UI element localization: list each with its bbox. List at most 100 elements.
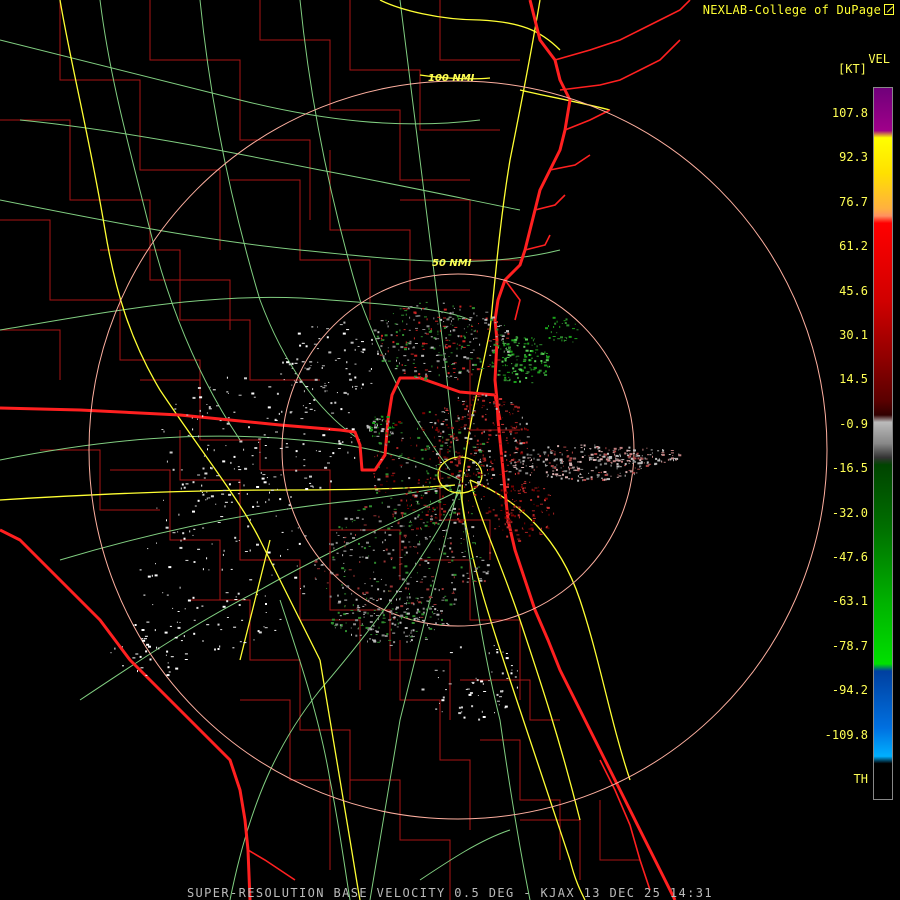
echo-pixel xyxy=(334,401,337,404)
echo-pixel xyxy=(359,556,361,558)
echo-pixel xyxy=(624,465,626,467)
echo-pixel xyxy=(419,581,423,583)
echo-pixel xyxy=(417,501,419,504)
echo-pixel xyxy=(490,429,492,431)
echo-pixel xyxy=(361,341,364,343)
echo-pixel xyxy=(474,329,476,332)
echo-pixel xyxy=(584,448,585,451)
echo-pixel xyxy=(555,473,559,476)
echo-pixel xyxy=(311,326,314,328)
echo-pixel xyxy=(342,586,344,589)
echo-pixel xyxy=(525,338,528,341)
echo-pixel xyxy=(137,670,138,673)
echo-pixel xyxy=(556,332,558,334)
echo-pixel xyxy=(506,521,510,523)
echo-pixel xyxy=(476,315,478,317)
echo-pixel xyxy=(453,507,456,510)
echo-pixel xyxy=(206,557,208,560)
echo-pixel xyxy=(590,478,593,481)
echo-pixel xyxy=(380,459,383,461)
echo-pixel xyxy=(309,408,313,410)
echo-pixel xyxy=(584,454,586,456)
echo-pixel xyxy=(374,435,376,437)
external-link-icon[interactable] xyxy=(884,4,894,15)
echo-pixel xyxy=(376,335,379,338)
echo-pixel xyxy=(278,412,280,415)
echo-pixel xyxy=(377,424,378,427)
echo-pixel xyxy=(432,450,434,452)
echo-pixel xyxy=(373,578,376,580)
echo-pixel xyxy=(280,373,283,375)
echo-pixel xyxy=(398,591,402,593)
echo-pixel xyxy=(596,456,599,458)
echo-pixel xyxy=(529,466,533,467)
echo-pixel xyxy=(300,588,301,590)
echo-pixel xyxy=(499,398,503,400)
echo-pixel xyxy=(429,616,432,618)
echo-pixel xyxy=(335,541,338,544)
echo-pixel xyxy=(243,599,246,601)
echo-pixel xyxy=(534,342,536,345)
echo-pixel xyxy=(321,367,323,369)
echo-pixel xyxy=(505,439,508,441)
echo-pixel xyxy=(196,606,199,609)
echo-pixel xyxy=(336,392,338,394)
echo-pixel xyxy=(344,545,346,548)
echo-pixel xyxy=(432,579,434,582)
echo-pixel xyxy=(388,611,391,613)
echo-pixel xyxy=(462,367,466,370)
echo-pixel xyxy=(172,607,174,609)
echo-pixel xyxy=(433,436,435,439)
echo-pixel xyxy=(474,452,477,454)
echo-pixel xyxy=(536,355,538,357)
echo-pixel xyxy=(550,450,554,452)
echo-pixel xyxy=(206,624,210,626)
echo-pixel xyxy=(466,344,470,346)
echo-pixel xyxy=(539,531,541,534)
echo-pixel xyxy=(263,434,266,436)
echo-pixel xyxy=(496,328,499,331)
echo-pixel xyxy=(390,559,392,561)
echo-pixel xyxy=(547,365,549,368)
echo-pixel xyxy=(577,469,580,472)
echo-pixel xyxy=(517,492,521,494)
echo-pixel xyxy=(201,605,204,607)
echo-pixel xyxy=(374,537,377,539)
echo-pixel xyxy=(442,302,445,304)
echo-pixel xyxy=(184,659,188,660)
echo-pixel xyxy=(559,325,561,328)
echo-pixel xyxy=(400,614,404,617)
echo-pixel xyxy=(452,324,454,326)
echo-pixel xyxy=(453,437,455,440)
echo-pixel xyxy=(583,444,586,447)
echo-pixel xyxy=(197,418,198,420)
echo-pixel xyxy=(546,506,548,508)
echo-pixel xyxy=(260,471,262,474)
echo-pixel xyxy=(523,345,526,348)
echo-pixel xyxy=(390,610,393,613)
echo-pixel xyxy=(514,529,518,532)
legend-tick: 92.3 xyxy=(839,150,868,165)
echo-pixel xyxy=(506,459,508,461)
echo-pixel xyxy=(354,363,357,365)
echo-pixel xyxy=(354,385,358,387)
echo-pixel xyxy=(471,414,475,417)
echo-pixel xyxy=(409,306,413,307)
echo-pixel xyxy=(407,487,410,489)
echo-pixel xyxy=(404,365,407,366)
echo-pixel xyxy=(455,436,458,439)
echo-pixel xyxy=(646,463,648,465)
echo-pixel xyxy=(467,326,469,328)
echo-pixel xyxy=(339,324,343,326)
echo-pixel xyxy=(237,592,240,595)
echo-pixel xyxy=(324,382,326,384)
echo-pixel xyxy=(445,410,449,411)
echo-pixel xyxy=(463,328,465,330)
echo-pixel xyxy=(237,466,240,468)
echo-pixel xyxy=(514,432,517,435)
echo-pixel xyxy=(400,512,404,514)
echo-pixel xyxy=(437,419,440,422)
echo-pixel xyxy=(399,525,403,528)
credit-label[interactable]: NEXLAB-College of DuPage xyxy=(703,3,894,17)
echo-pixel xyxy=(594,446,597,449)
